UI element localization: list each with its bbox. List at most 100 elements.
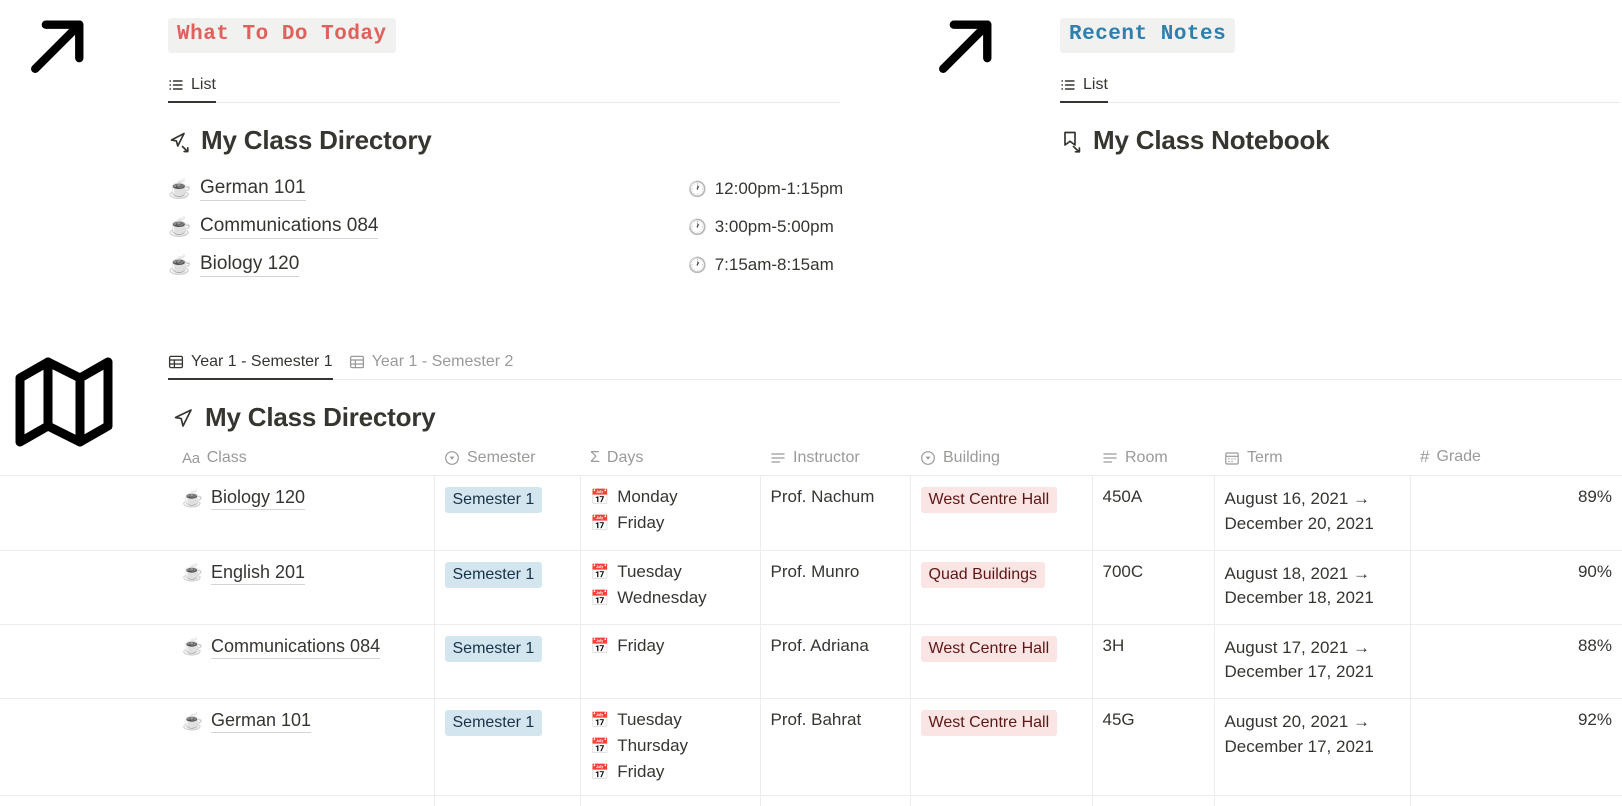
cell-grade[interactable]: 88%: [1410, 623, 1622, 699]
cell-room[interactable]: 700C: [1092, 549, 1215, 625]
room-value: 45G: [1102, 710, 1135, 730]
right-view-tab-list[interactable]: List: [1060, 76, 1108, 104]
cell-days[interactable]: 📅 Tuesday 📅 Wednesday: [580, 549, 761, 625]
column-header-room[interactable]: Room: [1092, 443, 1214, 476]
cell-building[interactable]: Quad Buildings: [910, 795, 1093, 806]
cell-term[interactable]: August 17, 2021 → December 17, 2021: [1214, 623, 1411, 699]
left-callout-title: What To Do Today: [168, 18, 396, 54]
left-database-title[interactable]: My Class Directory: [168, 125, 898, 156]
cell-room[interactable]: 45G: [1092, 698, 1215, 796]
cell-semester[interactable]: Semester 1: [434, 795, 581, 806]
table-row[interactable]: ☕ Biology 120 Semester 1 📅 Monday 📅 Friday…: [0, 475, 1622, 551]
table-row[interactable]: ☕ German 101 Semester 1 📅 Tuesday 📅 Thursd…: [0, 698, 1622, 796]
cell-instructor[interactable]: Prof. Bahrat: [760, 698, 911, 796]
day-value: Friday: [617, 513, 665, 533]
cell-days[interactable]: 📅 Monday 📅 Friday: [580, 475, 761, 551]
column-header-instructor[interactable]: Instructor: [760, 443, 910, 476]
grade-value: 90%: [1577, 561, 1612, 581]
cell-grade[interactable]: 86%: [1410, 795, 1622, 806]
cell-instructor[interactable]: Prof. Blake: [760, 795, 911, 806]
column-label: Room: [1125, 449, 1168, 467]
cell-class[interactable]: ☕ Biology 120: [172, 475, 435, 551]
column-header-building[interactable]: Building: [910, 443, 1092, 476]
cell-term[interactable]: August 20, 2021 → December 17, 2021: [1214, 698, 1411, 796]
class-name-link[interactable]: Communications 084: [211, 636, 381, 659]
tab-label: Year 1 - Semester 1: [191, 353, 333, 371]
cell-class[interactable]: ☕ Communications 084: [172, 623, 435, 699]
cell-days[interactable]: 📅 Tuesday 📅 Thursday 📅 Friday: [580, 698, 761, 796]
term-value: August 17, 2021 → December 17, 2021: [1224, 637, 1374, 682]
cell-grade[interactable]: 89%: [1410, 475, 1622, 551]
right-database-title[interactable]: My Class Notebook: [1060, 125, 1622, 156]
column-header-grade[interactable]: # Grade: [1410, 443, 1622, 476]
table-body: ☕ Biology 120 Semester 1 📅 Monday 📅 Friday…: [0, 475, 1622, 806]
cell-days[interactable]: 📅 Friday: [580, 623, 761, 699]
list-item-name[interactable]: Communications 084: [200, 215, 379, 240]
column-label: Building: [943, 449, 1000, 467]
cell-building[interactable]: West Centre Hall: [910, 698, 1093, 796]
cell-semester[interactable]: Semester 1: [434, 475, 581, 551]
class-name-link[interactable]: Biology 120: [211, 487, 306, 511]
clock-icon: 🕐: [688, 257, 707, 275]
table-row[interactable]: ☕ Communications 084 Semester 1 📅 Friday …: [0, 623, 1622, 699]
column-header-class[interactable]: Aa Class: [172, 443, 434, 476]
column-label: Term: [1247, 449, 1283, 467]
list-item-time: 12:00pm-1:15pm: [714, 179, 844, 199]
bookmark-external-icon: [1060, 129, 1084, 153]
cell-building[interactable]: Quad Buildings: [910, 549, 1093, 625]
cell-grade[interactable]: 92%: [1410, 698, 1622, 796]
list-view-icon: [1060, 77, 1076, 93]
cell-grade[interactable]: 90%: [1410, 549, 1622, 625]
cell-room[interactable]: 450A: [1092, 475, 1215, 551]
calendar-emoji: 📅: [590, 738, 610, 756]
coffee-emoji: ☕: [182, 563, 204, 583]
cell-instructor[interactable]: Prof. Adriana: [760, 623, 911, 699]
table-row[interactable]: ☕ English 201 Semester 1 📅 Tuesday 📅 Wedne…: [0, 549, 1622, 625]
tab-year1-semester1[interactable]: Year 1 - Semester 1: [168, 353, 333, 381]
arrow-up-right-icon: [20, 8, 96, 84]
column-label: Grade: [1436, 448, 1481, 466]
cell-class[interactable]: ☕ Organic Chemistry 110: [172, 795, 435, 806]
cell-building[interactable]: West Centre Hall: [910, 623, 1093, 699]
cell-semester[interactable]: Semester 1: [434, 698, 581, 796]
cell-building[interactable]: West Centre Hall: [910, 475, 1093, 551]
left-database-title-text: My Class Directory: [201, 125, 432, 156]
list-item-name[interactable]: Biology 120: [200, 253, 300, 278]
cell-days[interactable]: 📅Wednesday: [580, 795, 761, 806]
room-value: 700C: [1102, 561, 1144, 581]
semester-tag: Semester 1: [444, 710, 543, 737]
cell-room[interactable]: 3H: [1092, 623, 1215, 699]
building-tag: West Centre Hall: [920, 710, 1058, 737]
column-header-semester[interactable]: Semester: [434, 443, 580, 476]
class-name-link[interactable]: German 101: [211, 710, 312, 734]
list-item-name[interactable]: German 101: [200, 177, 306, 202]
table-row[interactable]: ☕ Organic Chemistry 110 Semester 1 📅Wedn…: [0, 795, 1622, 806]
cell-term[interactable]: August 16, 2021 → December 20, 2021: [1214, 475, 1411, 551]
list-item[interactable]: ☕ German 101 🕐 12:00pm-1:15pm: [168, 170, 898, 208]
column-header-days[interactable]: Σ Days: [580, 443, 760, 476]
cell-semester[interactable]: Semester 1: [434, 623, 581, 699]
left-view-tab-list[interactable]: List: [168, 76, 216, 104]
cell-room[interactable]: 623A: [1092, 795, 1215, 806]
table-view-icon: [168, 354, 184, 370]
list-item[interactable]: ☕ Biology 120 🕐 7:15am-8:15am: [168, 246, 898, 284]
row-gutter: [0, 623, 172, 699]
right-database-title-text: My Class Notebook: [1093, 125, 1330, 156]
day-value: Thursday: [617, 736, 689, 756]
class-name-link[interactable]: English 201: [211, 562, 306, 585]
cell-class[interactable]: ☕ English 201: [172, 549, 435, 625]
cell-instructor[interactable]: Prof. Munro: [760, 549, 911, 625]
table-database-title[interactable]: My Class Directory: [172, 402, 1622, 433]
row-gutter: [0, 549, 172, 625]
cell-term[interactable]: August 18, 2021 →: [1214, 795, 1411, 806]
list-item[interactable]: ☕ Communications 084 🕐 3:00pm-5:00pm: [168, 208, 898, 246]
table-tab-bar: Year 1 - Semester 1 Year 1 - Semester 2: [168, 346, 1622, 381]
semester-tag: Semester 1: [444, 561, 543, 588]
tab-year1-semester2[interactable]: Year 1 - Semester 2: [349, 353, 513, 380]
cell-term[interactable]: August 18, 2021 → December 18, 2021: [1214, 549, 1411, 625]
cell-instructor[interactable]: Prof. Nachum: [760, 475, 911, 551]
cell-class[interactable]: ☕ German 101: [172, 698, 435, 796]
instructor-value: Prof. Nachum: [770, 487, 875, 507]
cell-semester[interactable]: Semester 1: [434, 549, 581, 625]
column-header-term[interactable]: Term: [1214, 443, 1410, 476]
